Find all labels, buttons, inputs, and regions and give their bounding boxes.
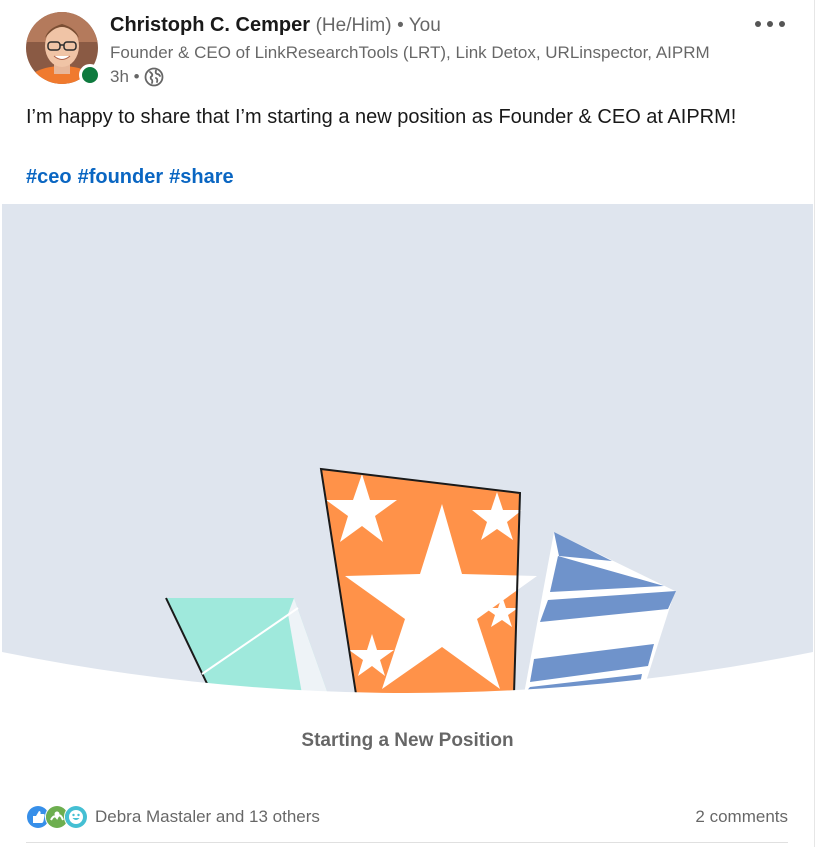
feed-post: Christoph C. Cemper (He/Him) • You Found… xyxy=(0,0,815,847)
reaction-icons[interactable] xyxy=(26,805,88,829)
hashtag-ceo[interactable]: #ceo xyxy=(26,166,72,189)
more-options-button[interactable] xyxy=(748,10,792,38)
media-caption: Starting a New Position xyxy=(301,730,514,751)
hashtag-share[interactable]: #share xyxy=(169,166,234,189)
social-counts-bar: Debra Mastaler and 13 others 2 comments xyxy=(26,804,788,830)
author-headline: Founder & CEO of LinkResearchTools (LRT)… xyxy=(110,43,710,62)
online-status-indicator xyxy=(79,64,101,86)
teal-box-shape xyxy=(165,597,328,694)
author-name[interactable]: Christoph C. Cemper xyxy=(110,14,310,36)
orange-star-box-shape xyxy=(319,467,537,694)
blue-striped-box-shape xyxy=(524,532,676,694)
connection-degree: • You xyxy=(397,15,441,36)
reactions-summary-link[interactable]: Debra Mastaler and 13 others xyxy=(95,807,320,827)
author-pronouns: (He/Him) xyxy=(315,15,392,36)
post-time: 3h • xyxy=(110,67,140,86)
hashtag-list: #ceo #founder #share xyxy=(26,166,234,189)
author-line: Christoph C. Cemper (He/Him) • You xyxy=(110,14,441,37)
funny-icon xyxy=(64,805,88,829)
hashtag-founder[interactable]: #founder xyxy=(78,166,164,189)
new-position-illustration[interactable] xyxy=(2,204,813,694)
ellipsis-icon xyxy=(755,21,785,27)
comments-count-link[interactable]: 2 comments xyxy=(695,807,788,827)
post-commentary: I’m happy to share that I’m starting a n… xyxy=(26,106,737,128)
social-divider xyxy=(26,842,788,843)
globe-icon xyxy=(144,67,164,87)
post-meta: 3h • xyxy=(110,67,164,87)
